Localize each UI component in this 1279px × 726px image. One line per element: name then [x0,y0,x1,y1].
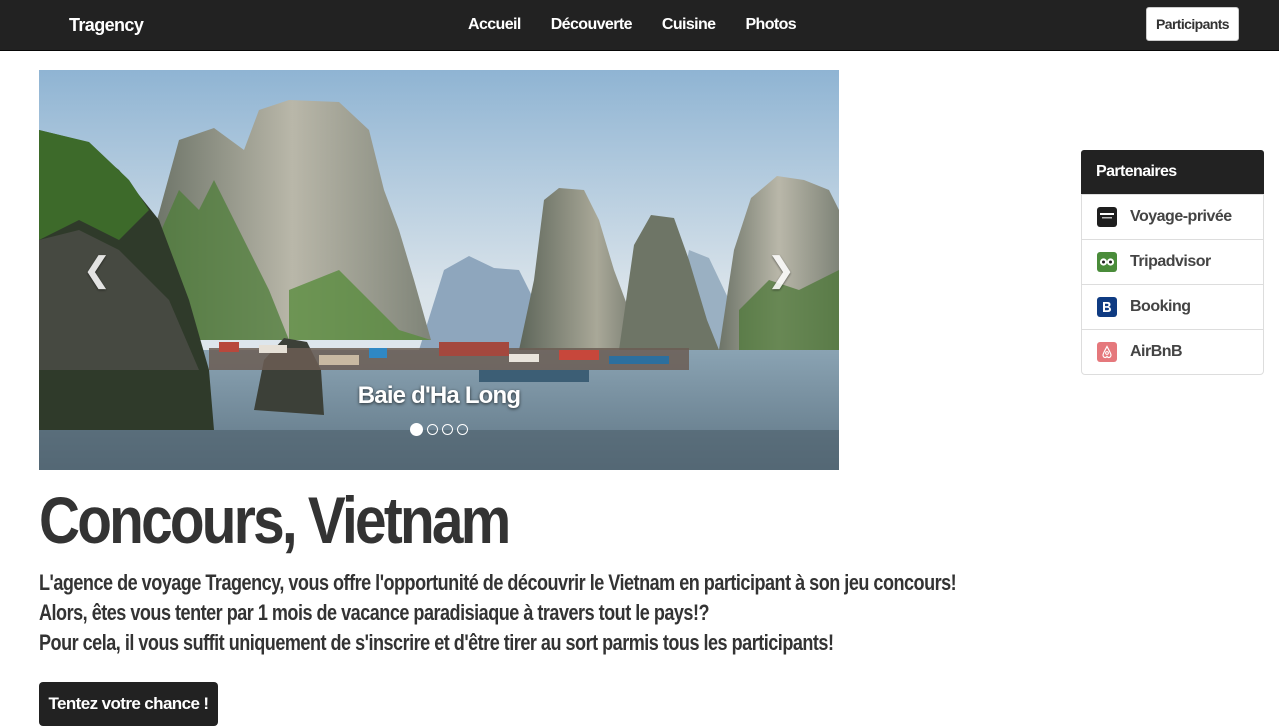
carousel-indicator-3[interactable] [442,424,453,435]
carousel-next-button[interactable]: ❯ [761,250,801,290]
page-title: Concours, Vietnam [39,483,511,557]
nav-link-photos[interactable]: Photos [745,0,796,50]
top-navbar: Tragency Accueil Découverte Cuisine Phot… [0,0,1279,51]
airbnb-logo-icon [1097,342,1117,362]
partners-heading: Partenaires [1081,150,1264,194]
booking-b-icon [1097,297,1117,317]
carousel-caption: Baie d'Ha Long [357,382,521,409]
partner-airbnb[interactable]: AirBnB [1082,329,1263,374]
partner-tripadvisor[interactable]: Tripadvisor [1082,239,1263,284]
partner-label: Booking [1130,298,1191,315]
chevron-right-icon: ❯ [766,251,796,289]
intro-line-3: Pour cela, il vous suffit uniquement de … [39,630,834,655]
carousel-prev-button[interactable]: ❮ [77,250,117,290]
carousel-indicator-2[interactable] [427,424,438,435]
chevron-left-icon: ❮ [82,251,112,289]
partner-label: Tripadvisor [1130,253,1211,270]
carousel-indicators [410,423,468,436]
intro-line-2: Alors, êtes vous tenter par 1 mois de va… [39,600,710,625]
try-your-luck-button[interactable]: Tentez votre chance ! [39,682,218,726]
image-carousel: ❮ ❯ Baie d'Ha Long [39,70,839,470]
brand-logo[interactable]: Tragency [69,0,144,50]
tripadvisor-owl-icon [1097,252,1117,272]
nav-link-accueil[interactable]: Accueil [468,0,521,50]
partners-panel: Partenaires Voyage-privée Tripadvisor Bo… [1081,150,1264,375]
main-nav: Accueil Découverte Cuisine Photos [468,0,797,50]
partner-voyage-privee[interactable]: Voyage-privée [1082,194,1263,239]
voyage-privee-logo-icon [1097,207,1117,227]
participants-button[interactable]: Participants [1146,7,1239,41]
nav-link-cuisine[interactable]: Cuisine [662,0,716,50]
ha-long-bay-photo [39,70,839,470]
partner-label: AirBnB [1130,343,1183,360]
carousel-indicator-4[interactable] [457,424,468,435]
intro-line-1: L'agence de voyage Tragency, vous offre … [39,570,957,595]
carousel-indicator-1[interactable] [410,423,423,436]
nav-link-decouverte[interactable]: Découverte [551,0,633,50]
partner-booking[interactable]: Booking [1082,284,1263,329]
partner-label: Voyage-privée [1130,208,1232,225]
intro-text: L'agence de voyage Tragency, vous offre … [39,568,957,658]
